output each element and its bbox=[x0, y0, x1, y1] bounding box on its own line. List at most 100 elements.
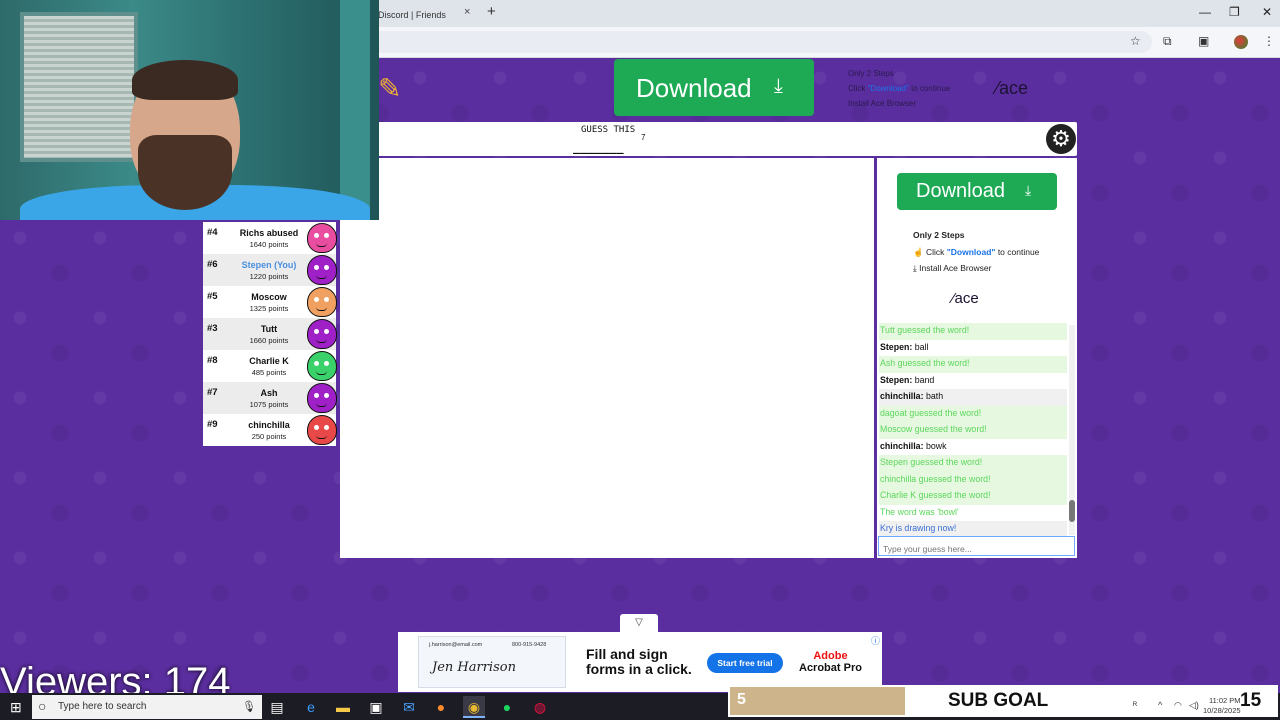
chat-message: Moscow guessed the word! bbox=[879, 422, 1067, 439]
top-ace-brand: ace bbox=[999, 78, 1029, 98]
ad-info-icon[interactable]: ⓘ bbox=[871, 634, 880, 647]
ad-headline-line2: forms in a click. bbox=[586, 661, 692, 677]
top-download-button[interactable]: Download ⤓ bbox=[614, 59, 814, 116]
right-step1-prefix: Click bbox=[925, 246, 945, 257]
chat-message: chinchilla: bowk bbox=[879, 439, 1067, 456]
right-step2: Install Ace Browser bbox=[919, 263, 992, 273]
player-row[interactable]: #5 Moscow 1325 points bbox=[203, 286, 337, 318]
player-row[interactable]: #4 Richs abused 1640 points bbox=[203, 222, 337, 254]
letter-count: 7 bbox=[641, 133, 646, 142]
player-avatar bbox=[307, 415, 337, 445]
top-step1-link[interactable]: "Download" bbox=[868, 84, 909, 93]
click-icon: ☝ bbox=[913, 246, 924, 257]
top-ad-steps: Only 2 Steps Click "Download" to continu… bbox=[848, 66, 950, 111]
restore-button[interactable]: ❐ bbox=[1229, 5, 1240, 19]
tray-chevron-icon[interactable]: ^ bbox=[1158, 700, 1162, 710]
extensions-icon[interactable]: ⧉ bbox=[1163, 34, 1172, 49]
chat-author: Stepen: bbox=[880, 374, 913, 385]
player-row[interactable]: #8 Charlie K 485 points bbox=[203, 350, 337, 382]
chat-text: Charlie K guessed the word! bbox=[880, 490, 991, 500]
player-row[interactable]: #9 chinchilla 250 points bbox=[203, 414, 337, 446]
player-name: Moscow bbox=[251, 292, 287, 302]
menu-icon[interactable]: ⋮ bbox=[1263, 34, 1275, 48]
sub-goal-target: 15 bbox=[1240, 690, 1262, 711]
player-row[interactable]: #3 Tutt 1660 points bbox=[203, 318, 337, 350]
player-row[interactable]: #7 Ash 1075 points bbox=[203, 382, 337, 414]
taskbar-clock[interactable]: 11:02 PM 10/28/2025 bbox=[1203, 696, 1241, 716]
new-tab-button[interactable]: + bbox=[487, 3, 496, 20]
chat-message: chinchilla: bath bbox=[879, 389, 1067, 406]
chat-message: Stepen: ball bbox=[879, 340, 1067, 357]
top-step1-prefix: Click bbox=[848, 84, 866, 93]
ad-brand-line2: Acrobat Pro bbox=[799, 662, 862, 674]
close-window-button[interactable]: ✕ bbox=[1262, 5, 1272, 19]
chrome-icon[interactable]: ◉ bbox=[463, 696, 485, 718]
sub-goal-label: SUB GOAL bbox=[948, 690, 1049, 711]
download-icon: ⤓ bbox=[1025, 182, 1032, 198]
file-explorer-icon[interactable]: ▬ bbox=[332, 696, 354, 718]
guess-label: GUESS THIS bbox=[581, 125, 636, 135]
drawing-canvas[interactable] bbox=[340, 158, 874, 558]
volume-icon[interactable]: ◁) bbox=[1189, 700, 1199, 711]
player-avatar bbox=[307, 287, 337, 317]
right-ace-logo[interactable]: ⁄ace bbox=[952, 290, 979, 307]
player-points: 1220 points bbox=[249, 272, 289, 281]
network-icon[interactable]: ᴿ bbox=[1133, 700, 1137, 710]
guess-input[interactable] bbox=[878, 536, 1075, 556]
right-download-button[interactable]: Download ⤓ bbox=[897, 173, 1057, 210]
player-rank: #3 bbox=[207, 323, 218, 334]
tab-title: Discord | Friends bbox=[378, 10, 446, 20]
start-free-trial-button[interactable]: Start free trial bbox=[707, 653, 783, 673]
player-avatar bbox=[307, 383, 337, 413]
tab-close-button[interactable]: × bbox=[464, 6, 470, 18]
install-icon: ⤓ bbox=[913, 263, 917, 273]
right-step1-suffix: to continue bbox=[997, 246, 1040, 257]
profile-icon[interactable] bbox=[1234, 35, 1248, 49]
mail-icon[interactable]: ✉ bbox=[398, 696, 420, 718]
chat-text: ball bbox=[912, 341, 929, 352]
chat-text: band bbox=[912, 374, 935, 385]
right-step1-link[interactable]: "Download" bbox=[947, 247, 996, 257]
store-icon[interactable]: ▣ bbox=[365, 696, 387, 718]
edge-icon[interactable]: e bbox=[300, 696, 322, 718]
ad-brand: Adobe Acrobat Pro bbox=[799, 650, 862, 674]
minimize-button[interactable]: — bbox=[1199, 5, 1211, 19]
player-row[interactable]: #6 Stepen (You) 1220 points bbox=[203, 254, 337, 286]
ad-email: j.harrison@email.com bbox=[429, 642, 483, 648]
player-rank: #4 bbox=[207, 227, 218, 238]
firefox-icon[interactable]: ● bbox=[430, 696, 452, 718]
top-ace-logo[interactable]: ⁄ace bbox=[996, 78, 1028, 99]
task-view-icon[interactable]: ▤ bbox=[266, 696, 288, 718]
top-step1-suffix: to continue bbox=[911, 84, 951, 93]
microphone-icon[interactable]: 🎙 bbox=[242, 700, 256, 713]
player-rank: #5 bbox=[207, 291, 218, 302]
chat-text: Tutt guessed the word! bbox=[880, 325, 970, 335]
player-rank: #7 bbox=[207, 387, 218, 398]
chat-message: chinchilla guessed the word! bbox=[879, 471, 1067, 488]
right-ace-brand: ace bbox=[954, 290, 979, 307]
sub-goal-progress bbox=[730, 687, 905, 715]
sub-goal-current: 5 bbox=[737, 691, 746, 708]
ad-collapse-chevron-icon[interactable]: ▽ bbox=[620, 614, 658, 632]
settings-gear-icon[interactable]: ⚙ bbox=[1046, 124, 1076, 154]
obs-icon[interactable]: ◍ bbox=[529, 696, 551, 718]
windows-start-icon[interactable]: ⊞ bbox=[10, 699, 22, 716]
bookmark-star-icon[interactable]: ☆ bbox=[1130, 34, 1141, 48]
clock-date: 10/28/2025 bbox=[1203, 706, 1241, 715]
right-steps-title: Only 2 Steps bbox=[913, 230, 965, 240]
wifi-icon[interactable]: ◠ bbox=[1174, 700, 1182, 711]
ad-signature: Jen Harrison bbox=[432, 660, 516, 675]
chat-text: dagoat guessed the word! bbox=[880, 407, 982, 418]
media-icon[interactable]: ▣ bbox=[1198, 34, 1209, 48]
chat-message: The word was 'bowl' bbox=[879, 505, 1067, 522]
player-points: 250 points bbox=[251, 432, 287, 441]
chat-author: Stepen: bbox=[880, 341, 913, 352]
spotify-icon[interactable]: ● bbox=[496, 696, 518, 718]
player-points: 1075 points bbox=[249, 400, 289, 409]
search-icon: ○ bbox=[38, 698, 47, 714]
player-points: 1660 points bbox=[249, 336, 289, 345]
address-bar[interactable] bbox=[372, 31, 1152, 53]
right-ad-steps: Only 2 Steps ☝ Click "Download" to conti… bbox=[913, 227, 1039, 277]
chat-scroll-thumb[interactable] bbox=[1069, 500, 1075, 522]
chat-author: chinchilla: bbox=[880, 391, 924, 401]
